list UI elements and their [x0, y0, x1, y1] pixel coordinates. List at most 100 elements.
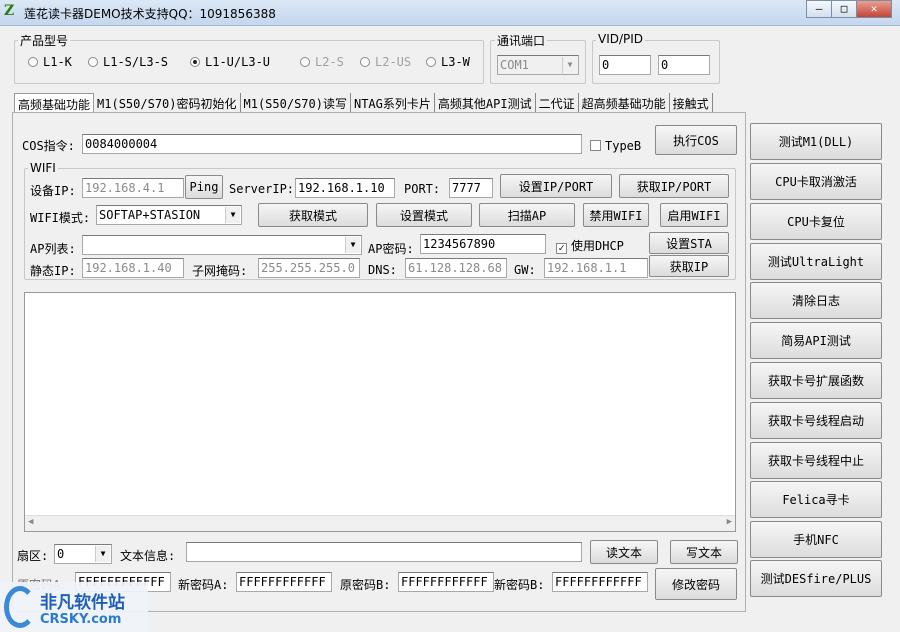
tab-ntag[interactable]: NTAG系列卡片 — [351, 93, 435, 113]
radio-l3-w[interactable]: L3-W — [426, 55, 470, 69]
check-icon: ✓ — [556, 243, 567, 254]
scroll-right-icon[interactable]: ▶ — [727, 517, 732, 527]
mask-input[interactable]: 255.255.255.0 — [258, 258, 360, 278]
get-ip-port-button[interactable]: 获取IP/PORT — [619, 174, 729, 198]
tab-m1-rw[interactable]: M1(S50/S70)读写 — [241, 93, 351, 113]
disable-wifi-button[interactable]: 禁用WIFI — [583, 203, 649, 227]
ping-button[interactable]: Ping — [185, 175, 223, 199]
watermark-logo: 非凡软件站 CRSKY.com — [0, 582, 148, 632]
gw-label: GW: — [514, 263, 536, 277]
server-ip-label: ServerIP: — [229, 182, 295, 196]
change-pwd-button[interactable]: 修改密码 — [655, 568, 737, 600]
text-info-label: 文本信息: — [120, 549, 176, 563]
radio-label: L3-W — [441, 55, 470, 69]
old-pwd-b-label: 原密码B: — [340, 578, 391, 592]
cpu-reset-button[interactable]: CPU卡复位 — [750, 203, 882, 240]
enable-wifi-button[interactable]: 启用WIFI — [660, 203, 728, 227]
dhcp-checkbox[interactable]: ✓ 使用DHCP — [556, 237, 624, 254]
text-info-input[interactable] — [186, 542, 582, 562]
get-ip-button[interactable]: 获取IP — [649, 255, 729, 277]
port-value: COM1 — [500, 58, 529, 72]
typeb-label: TypeB — [605, 139, 642, 153]
radio-l1-k[interactable]: L1-K — [28, 55, 88, 69]
wifi-mode-select[interactable]: SOFTAP+STASION ▼ — [96, 205, 242, 225]
tab-id-card[interactable]: 二代证 — [536, 93, 579, 113]
radio-label: L2-S — [315, 55, 344, 69]
mask-label: 子网掩码: — [192, 264, 248, 278]
radio-label: L1-S/L3-S — [103, 55, 169, 69]
scan-ap-button[interactable]: 扫描AP — [479, 203, 575, 227]
title-bar: Z 莲花读卡器DEMO技术支持QQ：1091856388 – □ ✕ — [0, 0, 900, 26]
tab-hf-basic[interactable]: 高频基础功能 — [14, 93, 95, 113]
wifi-port-input[interactable]: 7777 — [449, 178, 493, 198]
phone-nfc-button[interactable]: 手机NFC — [750, 521, 882, 558]
write-text-button[interactable]: 写文本 — [670, 540, 738, 564]
set-ip-port-button[interactable]: 设置IP/PORT — [500, 174, 612, 198]
new-pwd-b-input[interactable]: FFFFFFFFFFFF — [552, 572, 648, 592]
device-ip-input[interactable]: 192.168.4.1 — [82, 178, 184, 198]
radio-l1-s-l3-s[interactable]: L1-S/L3-S — [88, 55, 190, 69]
ap-list-label: AP列表: — [30, 242, 76, 256]
exec-cos-button[interactable]: 执行COS — [655, 125, 737, 155]
cpu-deactivate-button[interactable]: CPU卡取消激活 — [750, 163, 882, 200]
app-logo-icon: Z — [4, 3, 15, 19]
sector-value: 0 — [57, 547, 65, 561]
static-ip-input[interactable]: 192.168.1.40 — [82, 258, 184, 278]
test-m1-dll-button[interactable]: 测试M1(DLL) — [750, 123, 882, 160]
dhcp-label: 使用DHCP — [571, 239, 624, 253]
pid-input[interactable]: 0 — [658, 55, 710, 75]
maximize-button[interactable]: □ — [831, 0, 857, 18]
tab-hf-other-api[interactable]: 高频其他API测试 — [435, 93, 536, 113]
set-sta-button[interactable]: 设置STA — [649, 232, 729, 254]
gw-input[interactable]: 192.168.1.1 — [544, 258, 648, 278]
close-button[interactable]: ✕ — [856, 0, 892, 18]
wifi-mode-value: SOFTAP+STASION — [99, 208, 201, 222]
get-mode-button[interactable]: 获取模式 — [258, 203, 368, 227]
tab-uhf-basic[interactable]: 超高频基础功能 — [579, 93, 670, 113]
ap-pwd-label: AP密码: — [368, 242, 414, 256]
tab-contact[interactable]: 接触式 — [670, 93, 713, 113]
set-mode-button[interactable]: 设置模式 — [376, 203, 472, 227]
new-pwd-b-label: 新密码B: — [494, 578, 545, 592]
horizontal-scrollbar[interactable]: ◀ ▶ — [25, 515, 735, 531]
ap-list-select[interactable]: ▼ — [82, 235, 362, 255]
radio-label: L1-U/L3-U — [205, 55, 271, 69]
felica-search-button[interactable]: Felica寻卡 — [750, 481, 882, 518]
chevron-down-icon: ▼ — [225, 207, 240, 223]
new-pwd-a-input[interactable]: FFFFFFFFFFFF — [236, 572, 332, 592]
radio-l2-s: L2-S — [300, 55, 360, 69]
radio-l1-u-l3-u[interactable]: L1-U/L3-U — [190, 55, 300, 69]
tab-m1-pwd-init[interactable]: M1(S50/S70)密码初始化 — [94, 93, 241, 113]
cos-input[interactable]: 0084000004 — [82, 134, 582, 154]
test-desfire-button[interactable]: 测试DESfire/PLUS — [750, 560, 882, 597]
card-thread-stop-button[interactable]: 获取卡号线程中止 — [750, 442, 882, 479]
vidpid-label: VID/PID — [596, 32, 646, 46]
server-ip-input[interactable]: 192.168.1.10 — [295, 178, 395, 198]
wifi-label: WIFI — [28, 161, 58, 175]
dns-input[interactable]: 61.128.128.68 — [405, 258, 507, 278]
checkbox-icon — [590, 140, 601, 151]
card-thread-start-button[interactable]: 获取卡号线程启动 — [750, 402, 882, 439]
tab-bar: 高频基础功能 M1(S50/S70)密码初始化 M1(S50/S70)读写 NT… — [14, 93, 713, 113]
read-text-button[interactable]: 读文本 — [590, 540, 658, 564]
vid-input[interactable]: 0 — [599, 55, 651, 75]
wifi-mode-label: WIFI模式: — [30, 211, 91, 225]
clear-log-button[interactable]: 清除日志 — [750, 282, 882, 319]
port-label-wifi: PORT: — [404, 182, 441, 196]
radio-label: L2-US — [375, 55, 412, 69]
log-textarea[interactable]: ◀ ▶ — [24, 292, 736, 532]
ap-pwd-input[interactable]: 1234567890 — [420, 234, 546, 254]
get-card-ext-button[interactable]: 获取卡号扩展函数 — [750, 362, 882, 399]
chevron-down-icon: ▼ — [562, 57, 577, 73]
static-ip-label: 静态IP: — [30, 264, 76, 278]
scroll-left-icon[interactable]: ◀ — [28, 517, 33, 527]
simple-api-test-button[interactable]: 简易API测试 — [750, 322, 882, 359]
sector-select[interactable]: 0 ▼ — [54, 544, 112, 564]
old-pwd-b-input[interactable]: FFFFFFFFFFFF — [398, 572, 494, 592]
sector-label: 扇区: — [17, 549, 49, 563]
test-ultralight-button[interactable]: 测试UltraLight — [750, 243, 882, 280]
chevron-down-icon: ▼ — [345, 237, 360, 253]
minimize-button[interactable]: – — [806, 0, 832, 18]
typeb-checkbox[interactable]: TypeB — [590, 139, 641, 153]
watermark-line2: CRSKY.com — [40, 612, 122, 627]
